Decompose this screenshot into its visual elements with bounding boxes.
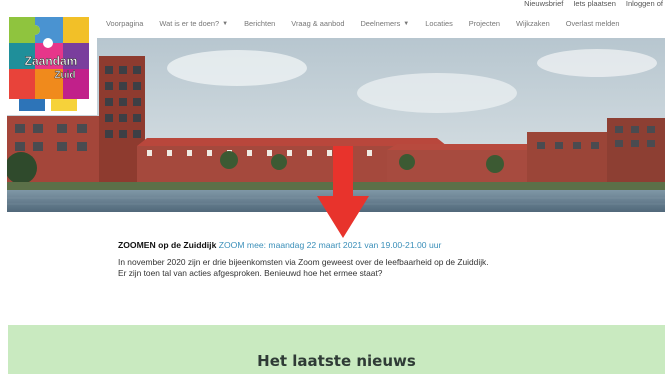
nav-item-wat-is-er-te-doen[interactable]: Wat is er te doen? ▼ bbox=[159, 19, 228, 28]
top-bar: Nieuwsbrief Iets plaatsen Inloggen of bbox=[0, 0, 665, 10]
article-body: In november 2020 zijn er drie bijeenkoms… bbox=[118, 257, 489, 279]
article-body-line: In november 2020 zijn er drie bijeenkoms… bbox=[118, 257, 489, 267]
logo-text-line2: Zuid bbox=[54, 70, 75, 81]
news-section: Het laatste nieuws bbox=[8, 325, 665, 374]
nav-item-projecten[interactable]: Projecten bbox=[469, 19, 500, 28]
arrow-down-icon bbox=[317, 146, 369, 238]
post-something-link[interactable]: Iets plaatsen bbox=[573, 0, 616, 8]
article-headline: ZOOMEN op de Zuiddijk ZOOM mee: maandag … bbox=[118, 240, 441, 250]
caret-down-icon: ▼ bbox=[403, 20, 410, 27]
nav-item-voorpagina[interactable]: Voorpagina bbox=[106, 19, 143, 28]
article-body-line: Er zijn toen tal van acties afgesproken.… bbox=[118, 268, 383, 278]
nav-item-wijkzaken[interactable]: Wijkzaken bbox=[516, 19, 550, 28]
newsletter-link[interactable]: Nieuwsbrief bbox=[524, 0, 563, 8]
login-link[interactable]: Inloggen of bbox=[626, 0, 663, 8]
nav-item-overlast-melden[interactable]: Overlast melden bbox=[566, 19, 620, 28]
main-nav: Voorpagina Wat is er te doen? ▼ Berichten… bbox=[106, 19, 636, 28]
nav-item-locaties[interactable]: Locaties bbox=[425, 19, 453, 28]
nav-item-berichten[interactable]: Berichten bbox=[244, 19, 275, 28]
nav-item-vraag-aanbod[interactable]: Vraag & aanbod bbox=[291, 19, 344, 28]
puzzle-logo-icon: Zaandam Zuid bbox=[5, 11, 97, 115]
top-links: Nieuwsbrief Iets plaatsen Inloggen of bbox=[524, 0, 663, 8]
caret-down-icon: ▼ bbox=[222, 20, 229, 27]
article-title-link[interactable]: ZOOM mee: maandag 22 maart 2021 van 19.0… bbox=[219, 240, 442, 250]
nav-item-deelnemers[interactable]: Deelnemers ▼ bbox=[360, 19, 409, 28]
logo[interactable]: Zaandam Zuid bbox=[5, 11, 97, 115]
logo-text-line1: Zaandam bbox=[25, 54, 78, 68]
article-title[interactable]: ZOOMEN op de Zuiddijk bbox=[118, 240, 216, 250]
news-heading: Het laatste nieuws bbox=[257, 352, 416, 370]
